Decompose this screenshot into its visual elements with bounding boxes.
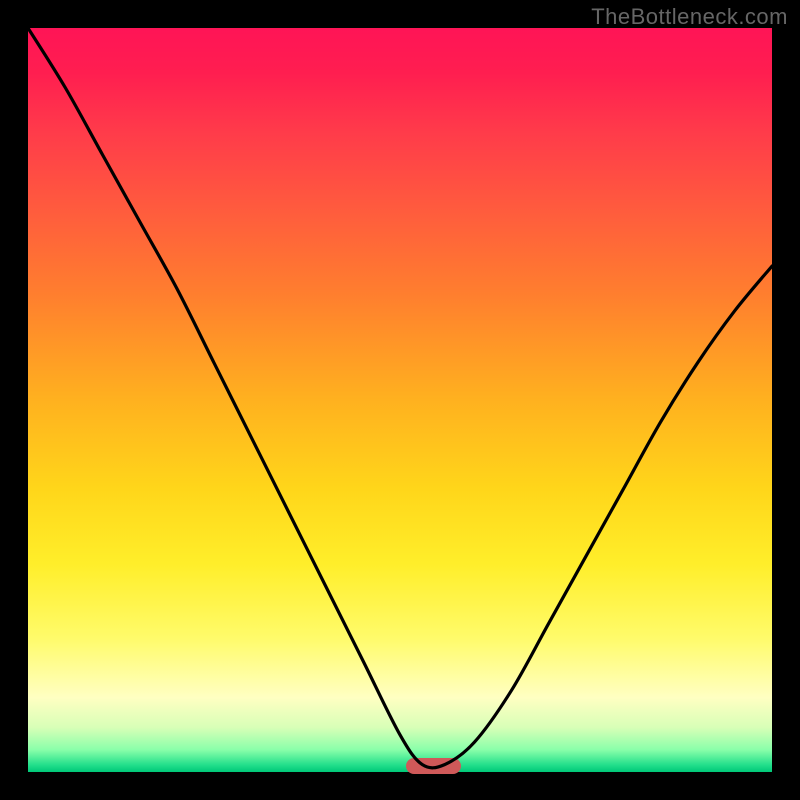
plot-area (28, 28, 772, 772)
watermark-label: TheBottleneck.com (591, 4, 788, 30)
chart-frame: TheBottleneck.com (0, 0, 800, 800)
curve-path (28, 28, 772, 768)
bottleneck-curve (28, 28, 772, 772)
